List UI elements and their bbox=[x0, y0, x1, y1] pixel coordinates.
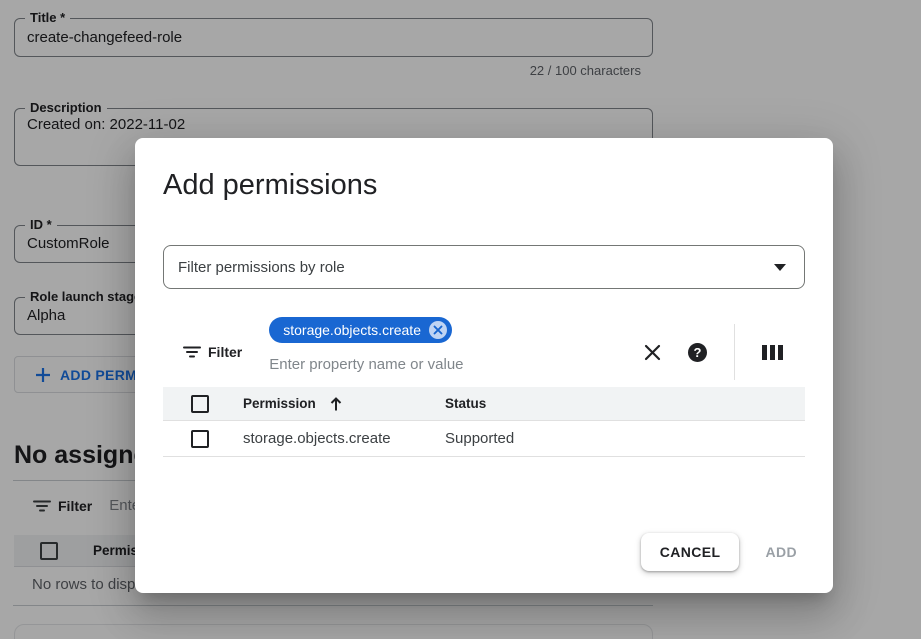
filter-chip-label: storage.objects.create bbox=[283, 322, 421, 338]
row-status-cell: Supported bbox=[445, 430, 805, 447]
dialog-actions: CANCEL ADD bbox=[641, 533, 797, 571]
dialog-title: Add permissions bbox=[163, 168, 805, 202]
toolbar-icons: ? bbox=[644, 324, 783, 380]
cancel-button[interactable]: CANCEL bbox=[641, 533, 740, 571]
sort-ascending-icon[interactable] bbox=[329, 396, 343, 412]
filter-text-input[interactable] bbox=[269, 356, 625, 373]
filter-input-area[interactable]: storage.objects.create bbox=[269, 317, 644, 387]
filter-permissions-by-role-select[interactable]: Filter permissions by role bbox=[163, 245, 805, 289]
row-checkbox[interactable] bbox=[191, 430, 209, 448]
filter-icon bbox=[183, 346, 201, 358]
permissions-table-header: Permission Status bbox=[163, 387, 805, 421]
filter-button[interactable]: Filter bbox=[183, 344, 242, 360]
permissions-table: Permission Status storage.objects.create… bbox=[163, 387, 805, 457]
filter-label: Filter bbox=[208, 344, 242, 360]
columns-icon bbox=[762, 345, 783, 360]
column-display-options-button[interactable] bbox=[762, 345, 783, 360]
close-icon bbox=[644, 344, 661, 361]
role-select-value: Filter permissions by role bbox=[178, 259, 345, 276]
add-button[interactable]: ADD bbox=[765, 544, 797, 560]
divider bbox=[734, 324, 735, 380]
clear-filter-button[interactable] bbox=[644, 344, 661, 361]
permission-column-header: Permission bbox=[243, 396, 316, 411]
status-column-header: Status bbox=[445, 396, 805, 411]
add-permissions-dialog: Add permissions Filter permissions by ro… bbox=[135, 138, 833, 593]
filter-chip[interactable]: storage.objects.create bbox=[269, 317, 452, 343]
chevron-down-icon bbox=[774, 264, 786, 271]
help-icon: ? bbox=[688, 343, 707, 362]
row-permission-cell: storage.objects.create bbox=[243, 430, 445, 447]
table-row[interactable]: storage.objects.create Supported bbox=[163, 421, 805, 457]
help-button[interactable]: ? bbox=[688, 343, 707, 362]
chip-remove-icon[interactable] bbox=[429, 321, 447, 339]
permissions-filter-toolbar: Filter storage.objects.create ? bbox=[163, 317, 805, 387]
select-all-checkbox[interactable] bbox=[191, 395, 209, 413]
